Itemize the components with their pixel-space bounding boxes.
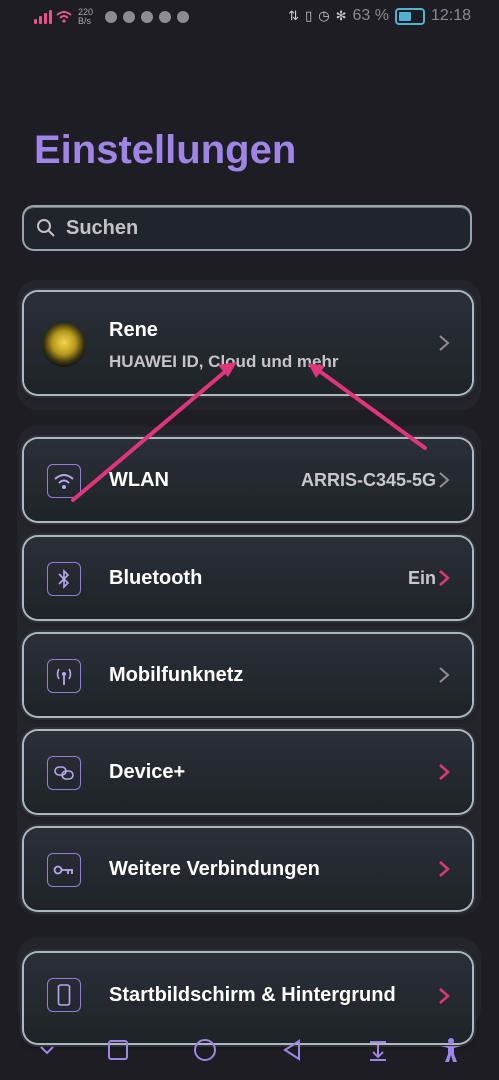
- accessibility-icon[interactable]: [437, 1036, 465, 1064]
- status-left: 220 B/s: [34, 7, 190, 26]
- profile-name: Rene: [109, 319, 158, 341]
- device-plus-label: Device+: [109, 761, 186, 783]
- chevron-right-icon: [439, 472, 450, 488]
- wlan-value: ARRIS-C345-5G: [300, 470, 436, 490]
- device-plus-icon: [47, 756, 81, 790]
- settings-item-mobilfunknetz[interactable]: Mobilfunknetz: [24, 634, 472, 716]
- chevron-right-icon: [439, 764, 450, 780]
- telegram-icon: [159, 11, 172, 23]
- back-triangle-icon[interactable]: [278, 1036, 306, 1064]
- startbildschirm-label: Startbildschirm & Hintergrund: [109, 984, 396, 1006]
- chevron-down-icon[interactable]: [33, 1036, 61, 1064]
- chevron-right-icon: [439, 335, 450, 351]
- network-speed: 220 B/s: [78, 7, 94, 26]
- chevron-right-icon: [439, 667, 450, 683]
- pull-down-icon[interactable]: [364, 1036, 392, 1064]
- weitere-verbindungen-label: Weitere Verbindungen: [109, 858, 320, 880]
- bluetooth-value: Ein: [407, 568, 436, 588]
- status-right: ⇅ ▯ ◷ ✻ 63 % 12:18: [288, 7, 471, 25]
- heart-icon: [105, 11, 118, 23]
- search-placeholder: Suchen: [66, 216, 139, 239]
- wifi-icon: [47, 464, 81, 498]
- battery-percent: 63 %: [352, 7, 389, 24]
- status-bar: 220 B/s ⇅ ▯ ◷ ✻ 63 % 12:18: [0, 0, 499, 36]
- signal-icon: [34, 10, 52, 24]
- bluetooth-status-icon: ✻: [335, 8, 347, 23]
- profile-card[interactable]: Rene HUAWEI ID, Cloud und mehr: [24, 292, 472, 394]
- profile-subtitle: HUAWEI ID, Cloud und mehr: [109, 352, 339, 371]
- bluetooth-label: Bluetooth: [109, 567, 203, 589]
- avatar: [42, 323, 86, 367]
- clock: 12:18: [430, 7, 471, 24]
- search-bar[interactable]: Suchen: [24, 207, 470, 249]
- wifi-status-icon: [56, 11, 72, 23]
- chevron-right-icon: [439, 988, 450, 1004]
- page-title: Einstellungen: [34, 128, 297, 172]
- data-icon: ⇅: [288, 8, 300, 23]
- wlan-label: WLAN: [109, 469, 169, 491]
- bluetooth-icon: [47, 562, 81, 596]
- notification-icons: [105, 11, 190, 23]
- home-circle-icon[interactable]: [191, 1036, 219, 1064]
- chevron-right-icon: [439, 570, 450, 586]
- navigation-bar: [0, 1022, 499, 1080]
- settings-item-weitere-verbindungen[interactable]: Weitere Verbindungen: [24, 828, 472, 910]
- settings-item-bluetooth[interactable]: Bluetooth Ein: [24, 537, 472, 619]
- alarm-icon: ◷: [318, 8, 330, 23]
- antenna-icon: [47, 659, 81, 693]
- search-icon: [37, 219, 55, 237]
- app-icon: [141, 11, 154, 23]
- mobilfunknetz-label: Mobilfunknetz: [109, 664, 244, 686]
- vibrate-icon: ▯: [305, 8, 313, 23]
- app-icon-2: [177, 11, 190, 23]
- phone-icon: [47, 978, 81, 1012]
- chat-icon: [123, 11, 136, 23]
- settings-item-wlan[interactable]: WLAN ARRIS-C345-5G: [24, 439, 472, 521]
- battery-icon: [394, 7, 425, 25]
- chevron-right-icon: [439, 861, 450, 877]
- recents-square-icon[interactable]: [104, 1036, 132, 1064]
- key-icon: [47, 853, 81, 887]
- settings-item-device-plus[interactable]: Device+: [24, 731, 472, 813]
